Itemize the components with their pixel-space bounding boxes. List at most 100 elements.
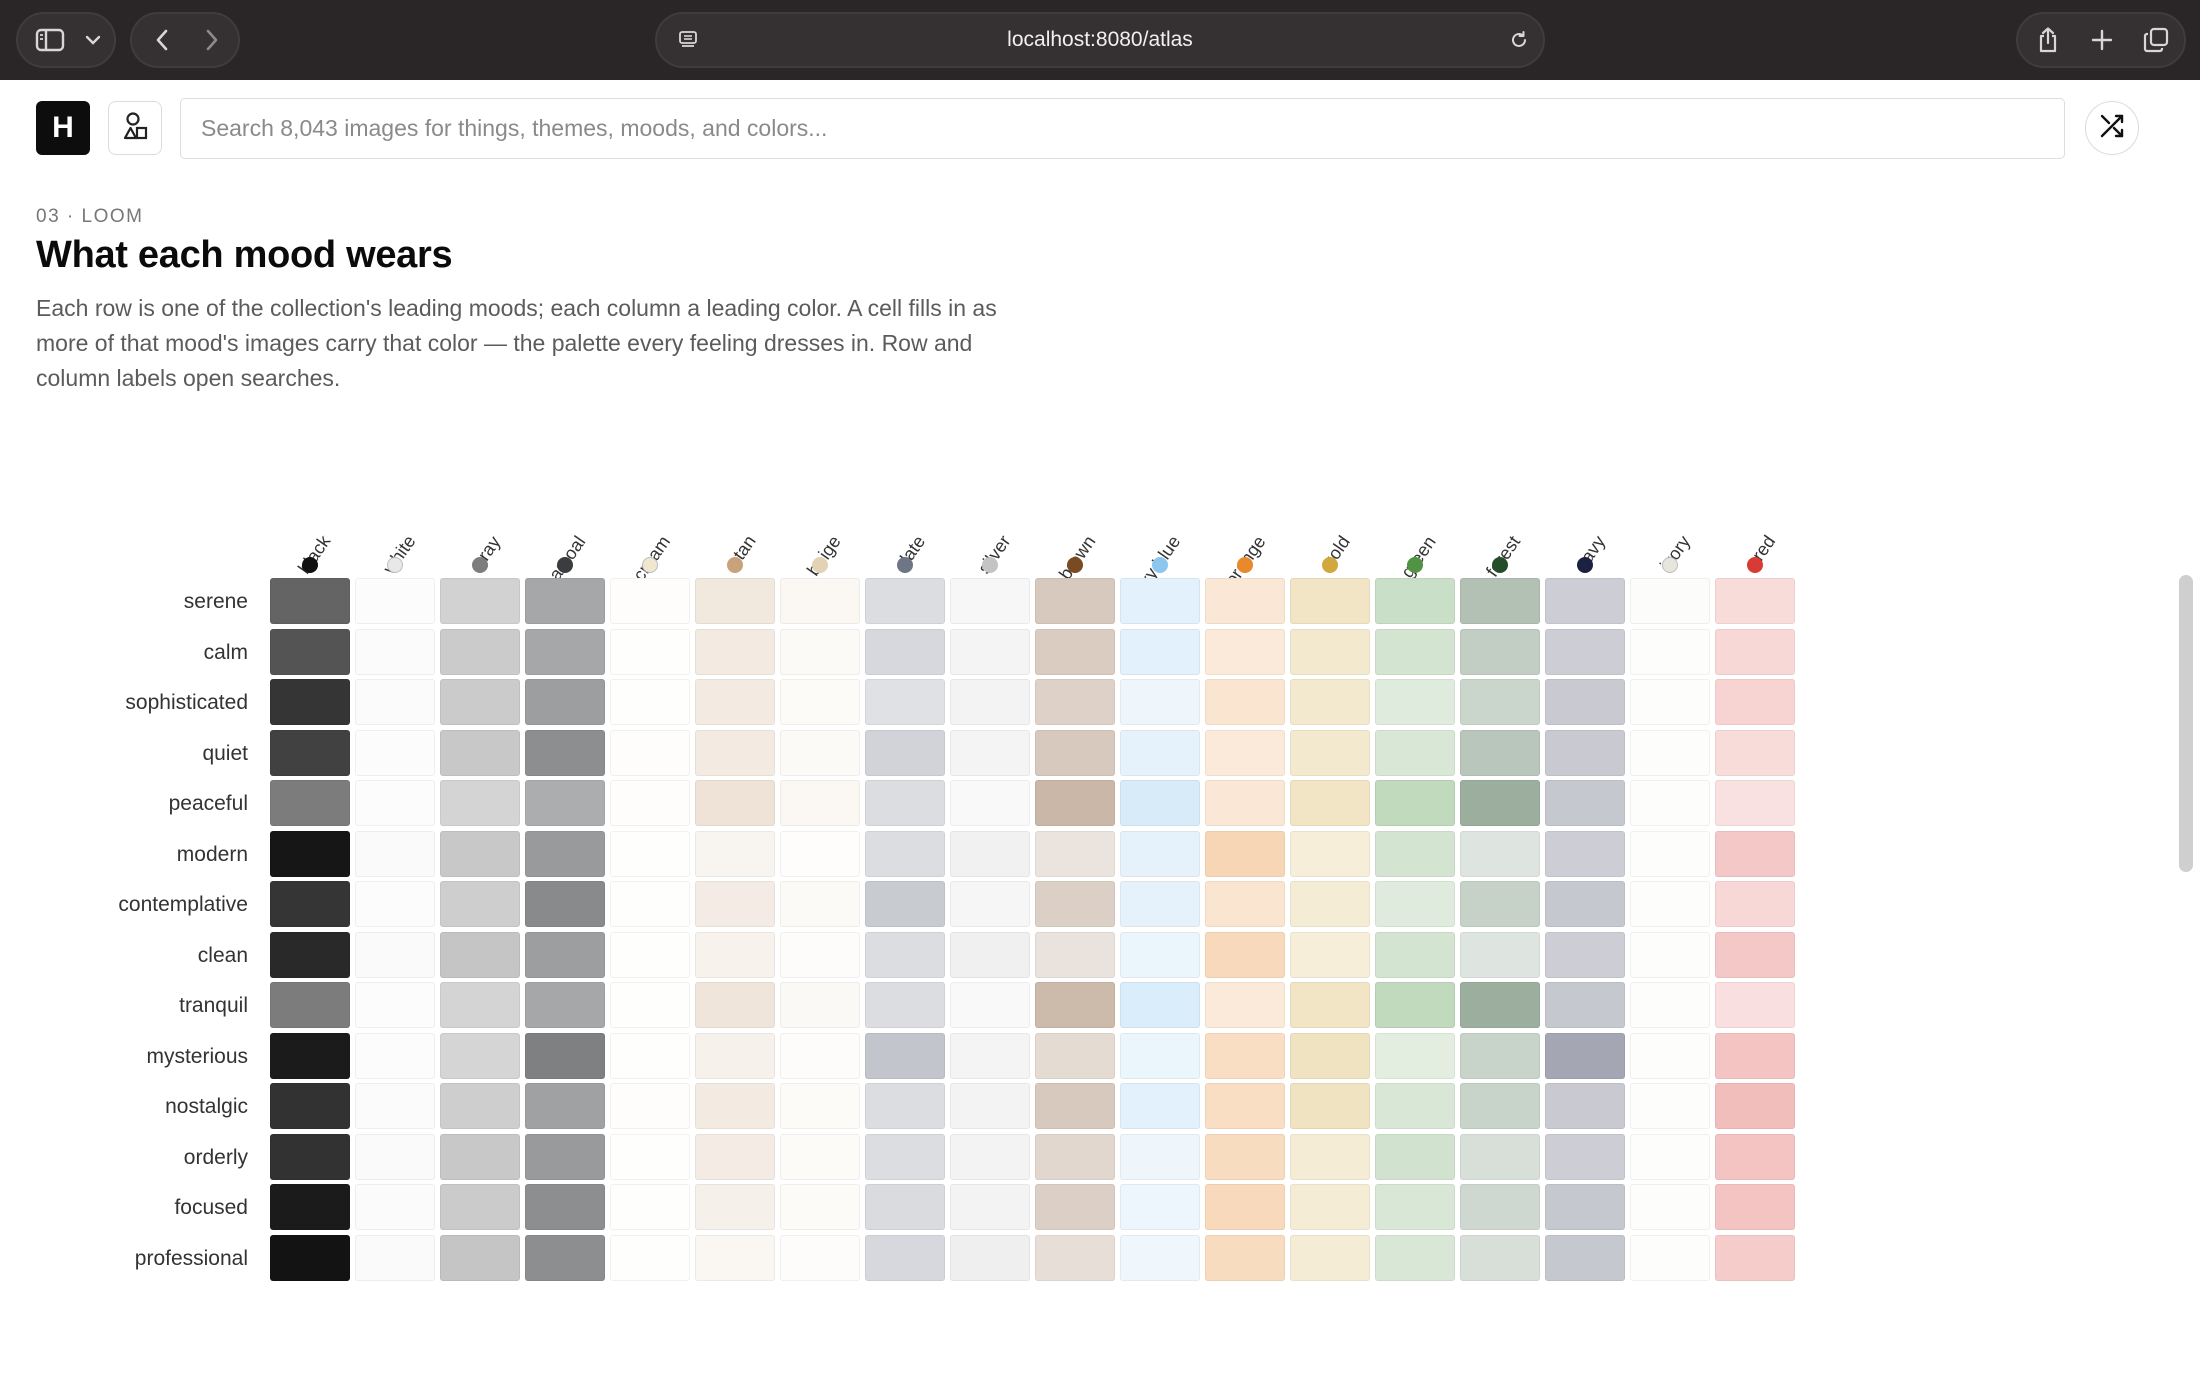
heatmap-cell[interactable]: [355, 628, 435, 675]
heatmap-cell[interactable]: [780, 780, 860, 826]
heatmap-cell[interactable]: [1290, 729, 1370, 776]
heatmap-cell[interactable]: [780, 931, 860, 978]
heatmap-cell[interactable]: [440, 578, 520, 624]
heatmap-cell[interactable]: [1715, 830, 1795, 877]
heatmap-cell[interactable]: [1205, 780, 1285, 826]
heatmap-cell[interactable]: [695, 1133, 775, 1180]
heatmap-cell[interactable]: [1290, 1133, 1370, 1180]
heatmap-cell[interactable]: [525, 931, 605, 978]
heatmap-cell[interactable]: [1035, 1184, 1115, 1230]
shapes-menu-button[interactable]: [108, 101, 162, 155]
heatmap-cell[interactable]: [440, 881, 520, 927]
heatmap-cell[interactable]: [1290, 628, 1370, 675]
app-logo[interactable]: H: [36, 101, 90, 155]
heatmap-cell[interactable]: [440, 780, 520, 826]
heatmap-cell[interactable]: [1120, 780, 1200, 826]
heatmap-cell[interactable]: [1630, 982, 1710, 1028]
heatmap-cell[interactable]: [865, 729, 945, 776]
heatmap-cell[interactable]: [865, 1184, 945, 1230]
heatmap-cell[interactable]: [270, 881, 350, 927]
heatmap-cell[interactable]: [1290, 679, 1370, 725]
heatmap-cell[interactable]: [1715, 1234, 1795, 1281]
heatmap-cell[interactable]: [1120, 679, 1200, 725]
heatmap-cell[interactable]: [355, 982, 435, 1028]
heatmap-cell[interactable]: [1460, 881, 1540, 927]
heatmap-cell[interactable]: [610, 931, 690, 978]
heatmap-cell[interactable]: [355, 1083, 435, 1129]
heatmap-cell[interactable]: [1545, 1032, 1625, 1079]
new-tab-icon[interactable]: [2080, 14, 2124, 66]
heatmap-cell[interactable]: [780, 1234, 860, 1281]
heatmap-cell[interactable]: [525, 1234, 605, 1281]
heatmap-cell[interactable]: [610, 679, 690, 725]
heatmap-cell[interactable]: [695, 1032, 775, 1079]
heatmap-cell[interactable]: [525, 679, 605, 725]
heatmap-cell[interactable]: [1120, 628, 1200, 675]
heatmap-cell[interactable]: [1375, 830, 1455, 877]
heatmap-cell[interactable]: [1460, 628, 1540, 675]
heatmap-cell[interactable]: [270, 982, 350, 1028]
heatmap-cell[interactable]: [950, 1184, 1030, 1230]
sidebar-icon[interactable]: [30, 14, 70, 66]
heatmap-cell[interactable]: [1715, 1083, 1795, 1129]
heatmap-cell[interactable]: [1460, 931, 1540, 978]
row-label[interactable]: orderly: [0, 1146, 248, 1170]
heatmap-cell[interactable]: [1715, 578, 1795, 624]
heatmap-cell[interactable]: [355, 1234, 435, 1281]
heatmap-cell[interactable]: [1375, 881, 1455, 927]
heatmap-cell[interactable]: [610, 830, 690, 877]
heatmap-cell[interactable]: [1460, 1083, 1540, 1129]
heatmap-cell[interactable]: [695, 628, 775, 675]
heatmap-cell[interactable]: [1460, 1133, 1540, 1180]
heatmap-cell[interactable]: [1205, 931, 1285, 978]
heatmap-cell[interactable]: [1375, 1234, 1455, 1281]
heatmap-cell[interactable]: [780, 830, 860, 877]
heatmap-cell[interactable]: [865, 1083, 945, 1129]
heatmap-cell[interactable]: [1460, 679, 1540, 725]
heatmap-cell[interactable]: [950, 628, 1030, 675]
heatmap-cell[interactable]: [610, 982, 690, 1028]
heatmap-cell[interactable]: [1120, 1184, 1200, 1230]
heatmap-cell[interactable]: [1545, 830, 1625, 877]
heatmap-cell[interactable]: [440, 679, 520, 725]
heatmap-cell[interactable]: [1205, 830, 1285, 877]
heatmap-cell[interactable]: [950, 830, 1030, 877]
heatmap-cell[interactable]: [355, 830, 435, 877]
search-input[interactable]: [181, 99, 2064, 158]
heatmap-cell[interactable]: [1035, 1133, 1115, 1180]
heatmap-cell[interactable]: [1545, 679, 1625, 725]
heatmap-cell[interactable]: [1035, 679, 1115, 725]
row-label[interactable]: clean: [0, 944, 248, 968]
row-label[interactable]: modern: [0, 843, 248, 867]
heatmap-cell[interactable]: [950, 1234, 1030, 1281]
heatmap-cell[interactable]: [1205, 729, 1285, 776]
heatmap-cell[interactable]: [865, 1234, 945, 1281]
heatmap-cell[interactable]: [1035, 1234, 1115, 1281]
heatmap-cell[interactable]: [1120, 931, 1200, 978]
heatmap-cell[interactable]: [695, 1184, 775, 1230]
heatmap-cell[interactable]: [1035, 628, 1115, 675]
heatmap-cell[interactable]: [1715, 1032, 1795, 1079]
heatmap-cell[interactable]: [1630, 881, 1710, 927]
row-label[interactable]: mysterious: [0, 1045, 248, 1069]
heatmap-cell[interactable]: [1205, 982, 1285, 1028]
heatmap-cell[interactable]: [355, 578, 435, 624]
heatmap-cell[interactable]: [525, 830, 605, 877]
heatmap-cell[interactable]: [270, 1184, 350, 1230]
heatmap-cell[interactable]: [1630, 1083, 1710, 1129]
heatmap-cell[interactable]: [865, 830, 945, 877]
column-label[interactable]: beige: [803, 532, 845, 580]
heatmap-cell[interactable]: [1120, 1234, 1200, 1281]
heatmap-cell[interactable]: [950, 982, 1030, 1028]
heatmap-cell[interactable]: [440, 1234, 520, 1281]
heatmap-cell[interactable]: [610, 1032, 690, 1079]
heatmap-cell[interactable]: [1630, 729, 1710, 776]
heatmap-cell[interactable]: [780, 679, 860, 725]
heatmap-cell[interactable]: [695, 729, 775, 776]
heatmap-cell[interactable]: [525, 578, 605, 624]
heatmap-cell[interactable]: [865, 628, 945, 675]
heatmap-cell[interactable]: [1035, 1083, 1115, 1129]
heatmap-cell[interactable]: [525, 1083, 605, 1129]
row-label[interactable]: peaceful: [0, 792, 248, 816]
heatmap-cell[interactable]: [780, 982, 860, 1028]
